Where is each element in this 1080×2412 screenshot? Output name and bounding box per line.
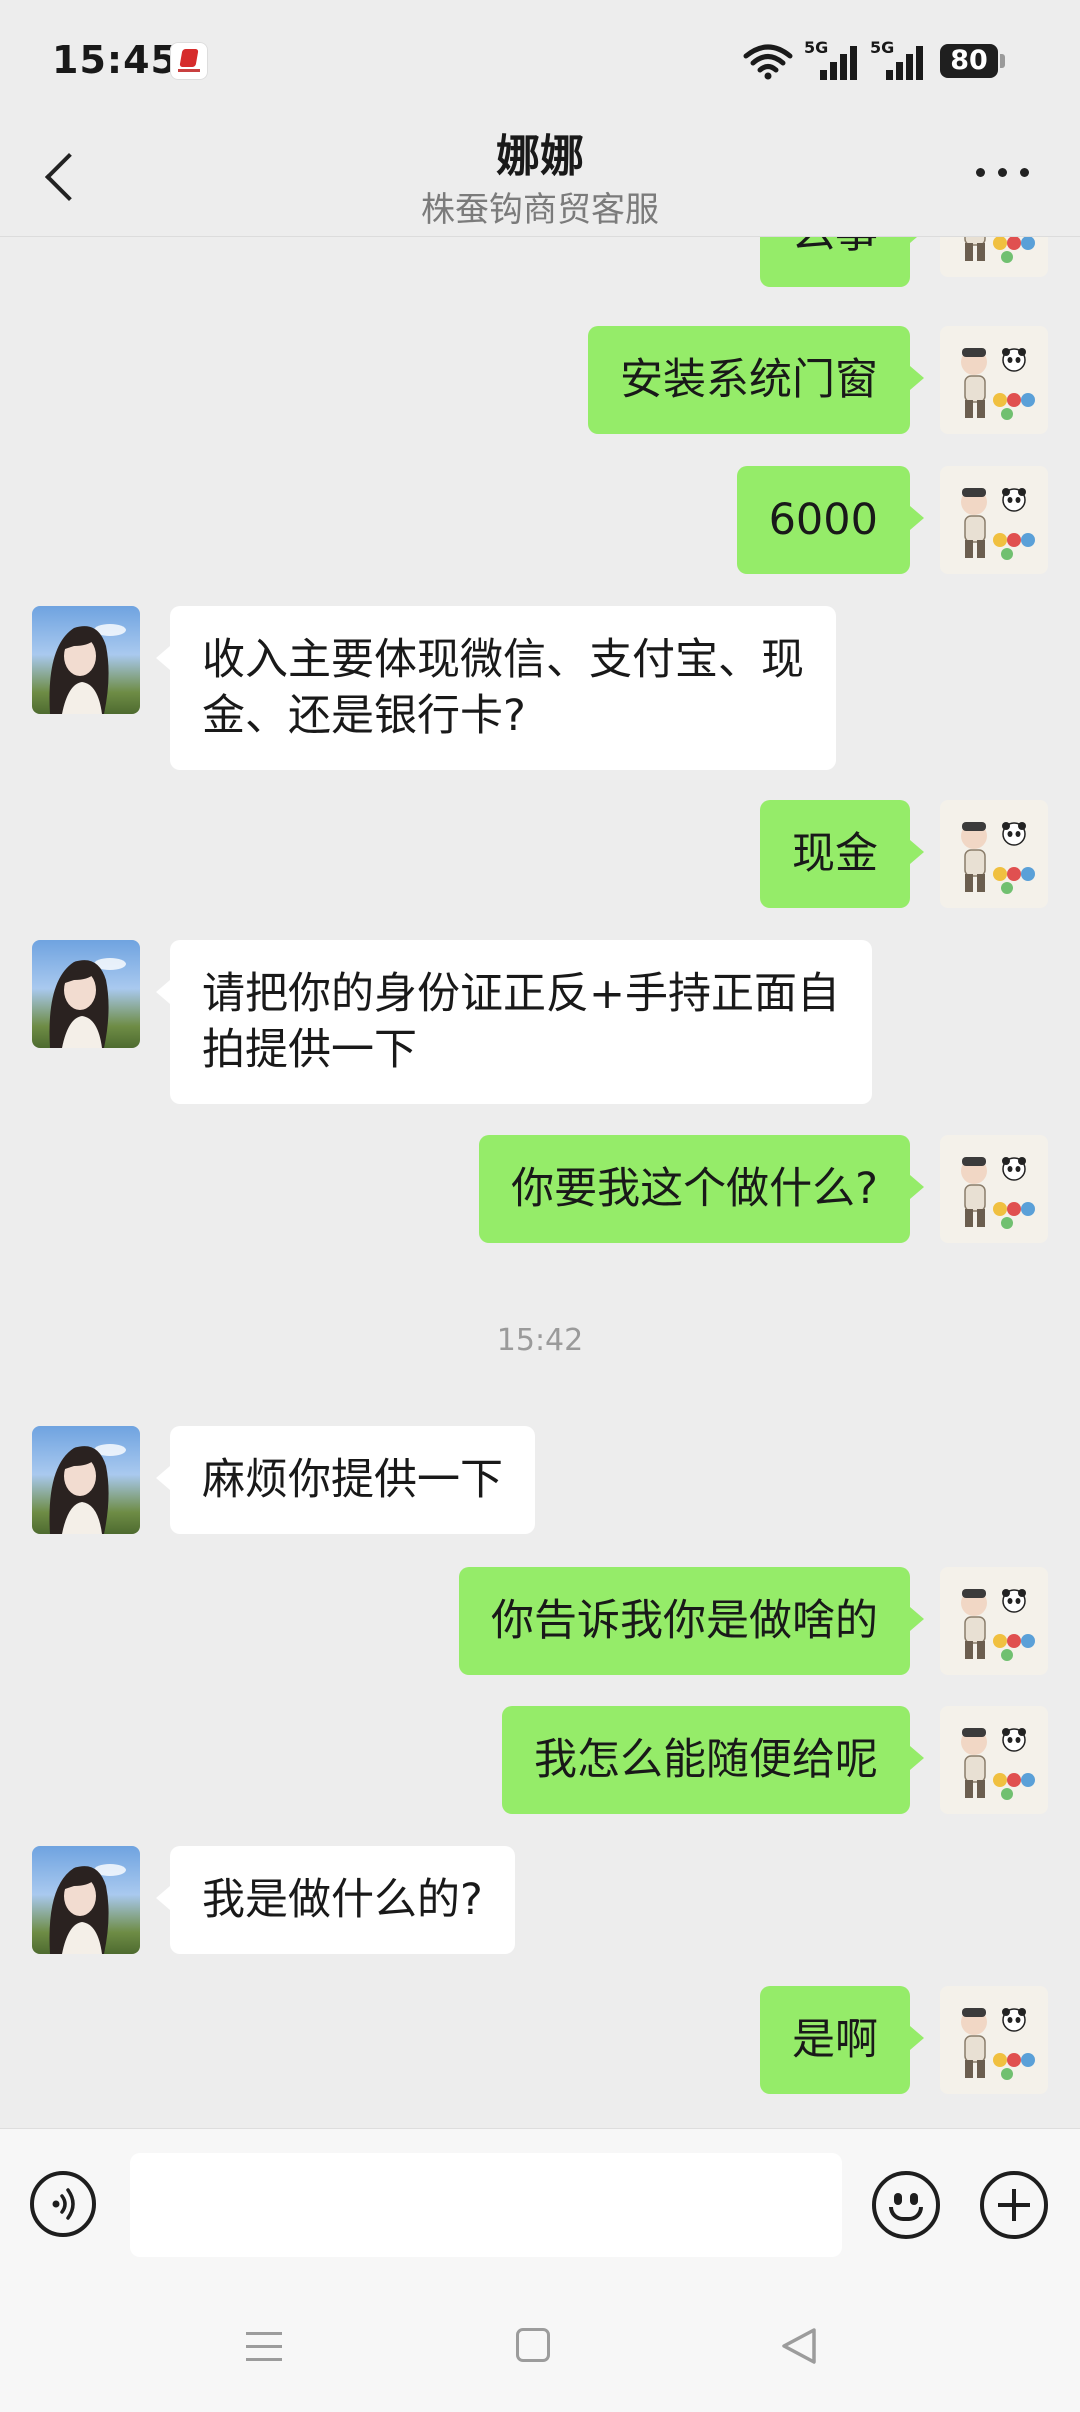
message-line: 收入主要体现微信、支付宝、现 [202,635,804,685]
avatar-illustration [961,1589,1035,1661]
avatar-contact[interactable] [32,1426,140,1534]
message-bubble-incoming[interactable]: 我是做什么的? [156,1846,515,1954]
avatar-me[interactable] [940,800,1048,908]
avatar-me[interactable] [940,1706,1048,1814]
avatar-contact[interactable] [32,940,140,1048]
voice-icon [52,2188,75,2220]
emoji-button[interactable] [872,2171,940,2239]
avatar-photo [49,1444,126,1534]
message-bubble-outgoing[interactable]: 6000 [736,466,925,574]
message-bubble-outgoing[interactable]: 我怎么能随便给呢 [502,1706,924,1814]
avatar-photo [49,1864,126,1954]
nav-menu-button[interactable] [246,2328,282,2364]
avatar-illustration [961,488,1035,560]
system-nav-bar [0,2280,1080,2412]
message-line: 请把你的身份证正反+手持正面自 [202,969,841,1019]
avatar-illustration [961,822,1035,894]
message-bubble-outgoing[interactable]: 你告诉我你是做啥的 [459,1567,924,1675]
message-bubble-incoming[interactable]: 收入主要体现微信、支付宝、现 金、还是银行卡? [156,606,836,770]
message-bubble-outgoing[interactable]: 现金 [760,800,924,908]
back-triangle-icon [782,2328,816,2364]
avatar-photo [49,958,126,1048]
avatar-me[interactable] [940,1567,1048,1675]
message-line: 金、还是银行卡? [202,691,526,741]
message-list[interactable]: 么事 安装系统门窗 6000 收入主要体现微信、支付宝、现 金、还是银行卡? 现… [0,237,1080,2127]
chat-title: 娜娜 [496,131,584,182]
status-time: 15:45 [52,38,178,82]
nav-home-button[interactable] [516,2328,550,2362]
message-bubble-outgoing[interactable]: 么事 [760,237,924,287]
avatar-me[interactable] [940,466,1048,574]
chat-timestamp: 15:42 [496,1323,584,1358]
battery-cap [1000,54,1005,68]
avatar-contact[interactable] [32,606,140,714]
avatar-me[interactable] [940,237,1048,277]
message-bubble-outgoing[interactable]: 你要我这个做什么? [479,1135,924,1243]
message-input[interactable] [130,2153,842,2257]
plus-button[interactable] [980,2171,1048,2239]
avatar-illustration [961,2008,1035,2080]
wifi-icon [743,44,793,80]
chat-header: 娜娜 株蚕钩商贸客服 [0,116,1080,237]
chat-subtitle: 株蚕钩商贸客服 [421,190,659,230]
battery-icon: 80 [940,44,998,78]
menu-icon [246,2332,282,2335]
message-bubble-outgoing[interactable]: 安装系统门窗 [588,326,924,434]
avatar-illustration [964,237,1035,263]
avatar-me[interactable] [940,1986,1048,2094]
avatar-illustration [961,1728,1035,1800]
more-button[interactable] [976,168,1032,182]
message-bubble-outgoing[interactable]: 是啊 [760,1986,924,2094]
voice-button[interactable] [30,2171,96,2237]
avatar-illustration [961,348,1035,420]
status-bar: 15:45 5G 5G 80 [0,0,1080,116]
avatar-photo [49,624,126,714]
avatar-illustration [961,1157,1035,1229]
avatar-me[interactable] [940,326,1048,434]
message-bubble-incoming[interactable]: 请把你的身份证正反+手持正面自 拍提供一下 [155,940,873,1104]
app-notification-icon [170,42,208,80]
message-bubble-incoming[interactable]: 麻烦你提供一下 [156,1426,535,1534]
more-dots-icon [976,168,985,177]
input-bar [0,2128,1080,2281]
avatar-me[interactable] [940,1135,1048,1243]
avatar-contact[interactable] [32,1846,140,1954]
nav-back-button[interactable] [780,2326,818,2366]
message-line: 拍提供一下 [202,1025,417,1075]
